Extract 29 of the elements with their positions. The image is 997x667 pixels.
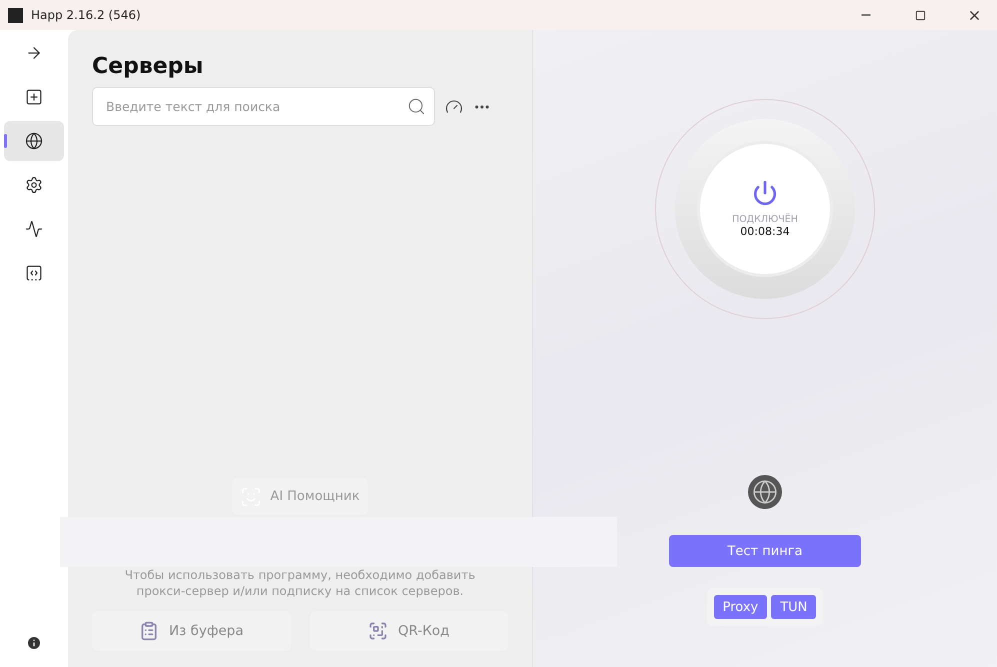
search-box[interactable]: Введите текст для поиска <box>92 87 435 126</box>
window-title: Happ 2.16.2 (546) <box>31 8 142 22</box>
mode-button[interactable]: Proxy <box>714 595 768 619</box>
qr-code-icon <box>368 621 388 641</box>
power-icon <box>752 180 778 206</box>
connection-status: ПОДКЛЮЧЁН <box>732 214 798 225</box>
pulse-icon <box>25 220 43 238</box>
globe-icon <box>25 132 43 150</box>
qr-code-button[interactable]: QR-Код <box>310 611 508 651</box>
search-field[interactable]: Введите текст для поиска <box>104 98 407 115</box>
clipboard-button[interactable]: Из буфера <box>92 611 290 651</box>
ping-test-button[interactable]: Тест пинга <box>669 535 861 567</box>
clipboard-icon <box>138 621 159 641</box>
sidebar-item[interactable] <box>4 121 64 161</box>
search-icon[interactable] <box>407 97 426 116</box>
connection-time: 00:08:34 <box>740 225 790 238</box>
page-title: Серверы <box>92 54 204 79</box>
plus-square-icon <box>25 88 43 106</box>
info-icon[interactable] <box>26 635 42 651</box>
ai-assistant-button[interactable]: AI Помощник <box>232 478 368 515</box>
mode-button[interactable]: TUN <box>771 595 816 619</box>
maximize-icon[interactable] <box>914 10 926 20</box>
power-button[interactable]: ПОДКЛЮЧЁН 00:08:34 <box>675 119 855 299</box>
gauge-icon[interactable] <box>445 98 463 116</box>
globe-icon <box>748 475 782 509</box>
settings-icon <box>25 176 43 194</box>
app-logo-icon <box>8 8 23 22</box>
empty-message: Чтобы использовать программу, необходимо добавить прокси-сервер и/или подписку на список серверов. <box>124 567 476 599</box>
code-square-icon <box>25 264 43 282</box>
